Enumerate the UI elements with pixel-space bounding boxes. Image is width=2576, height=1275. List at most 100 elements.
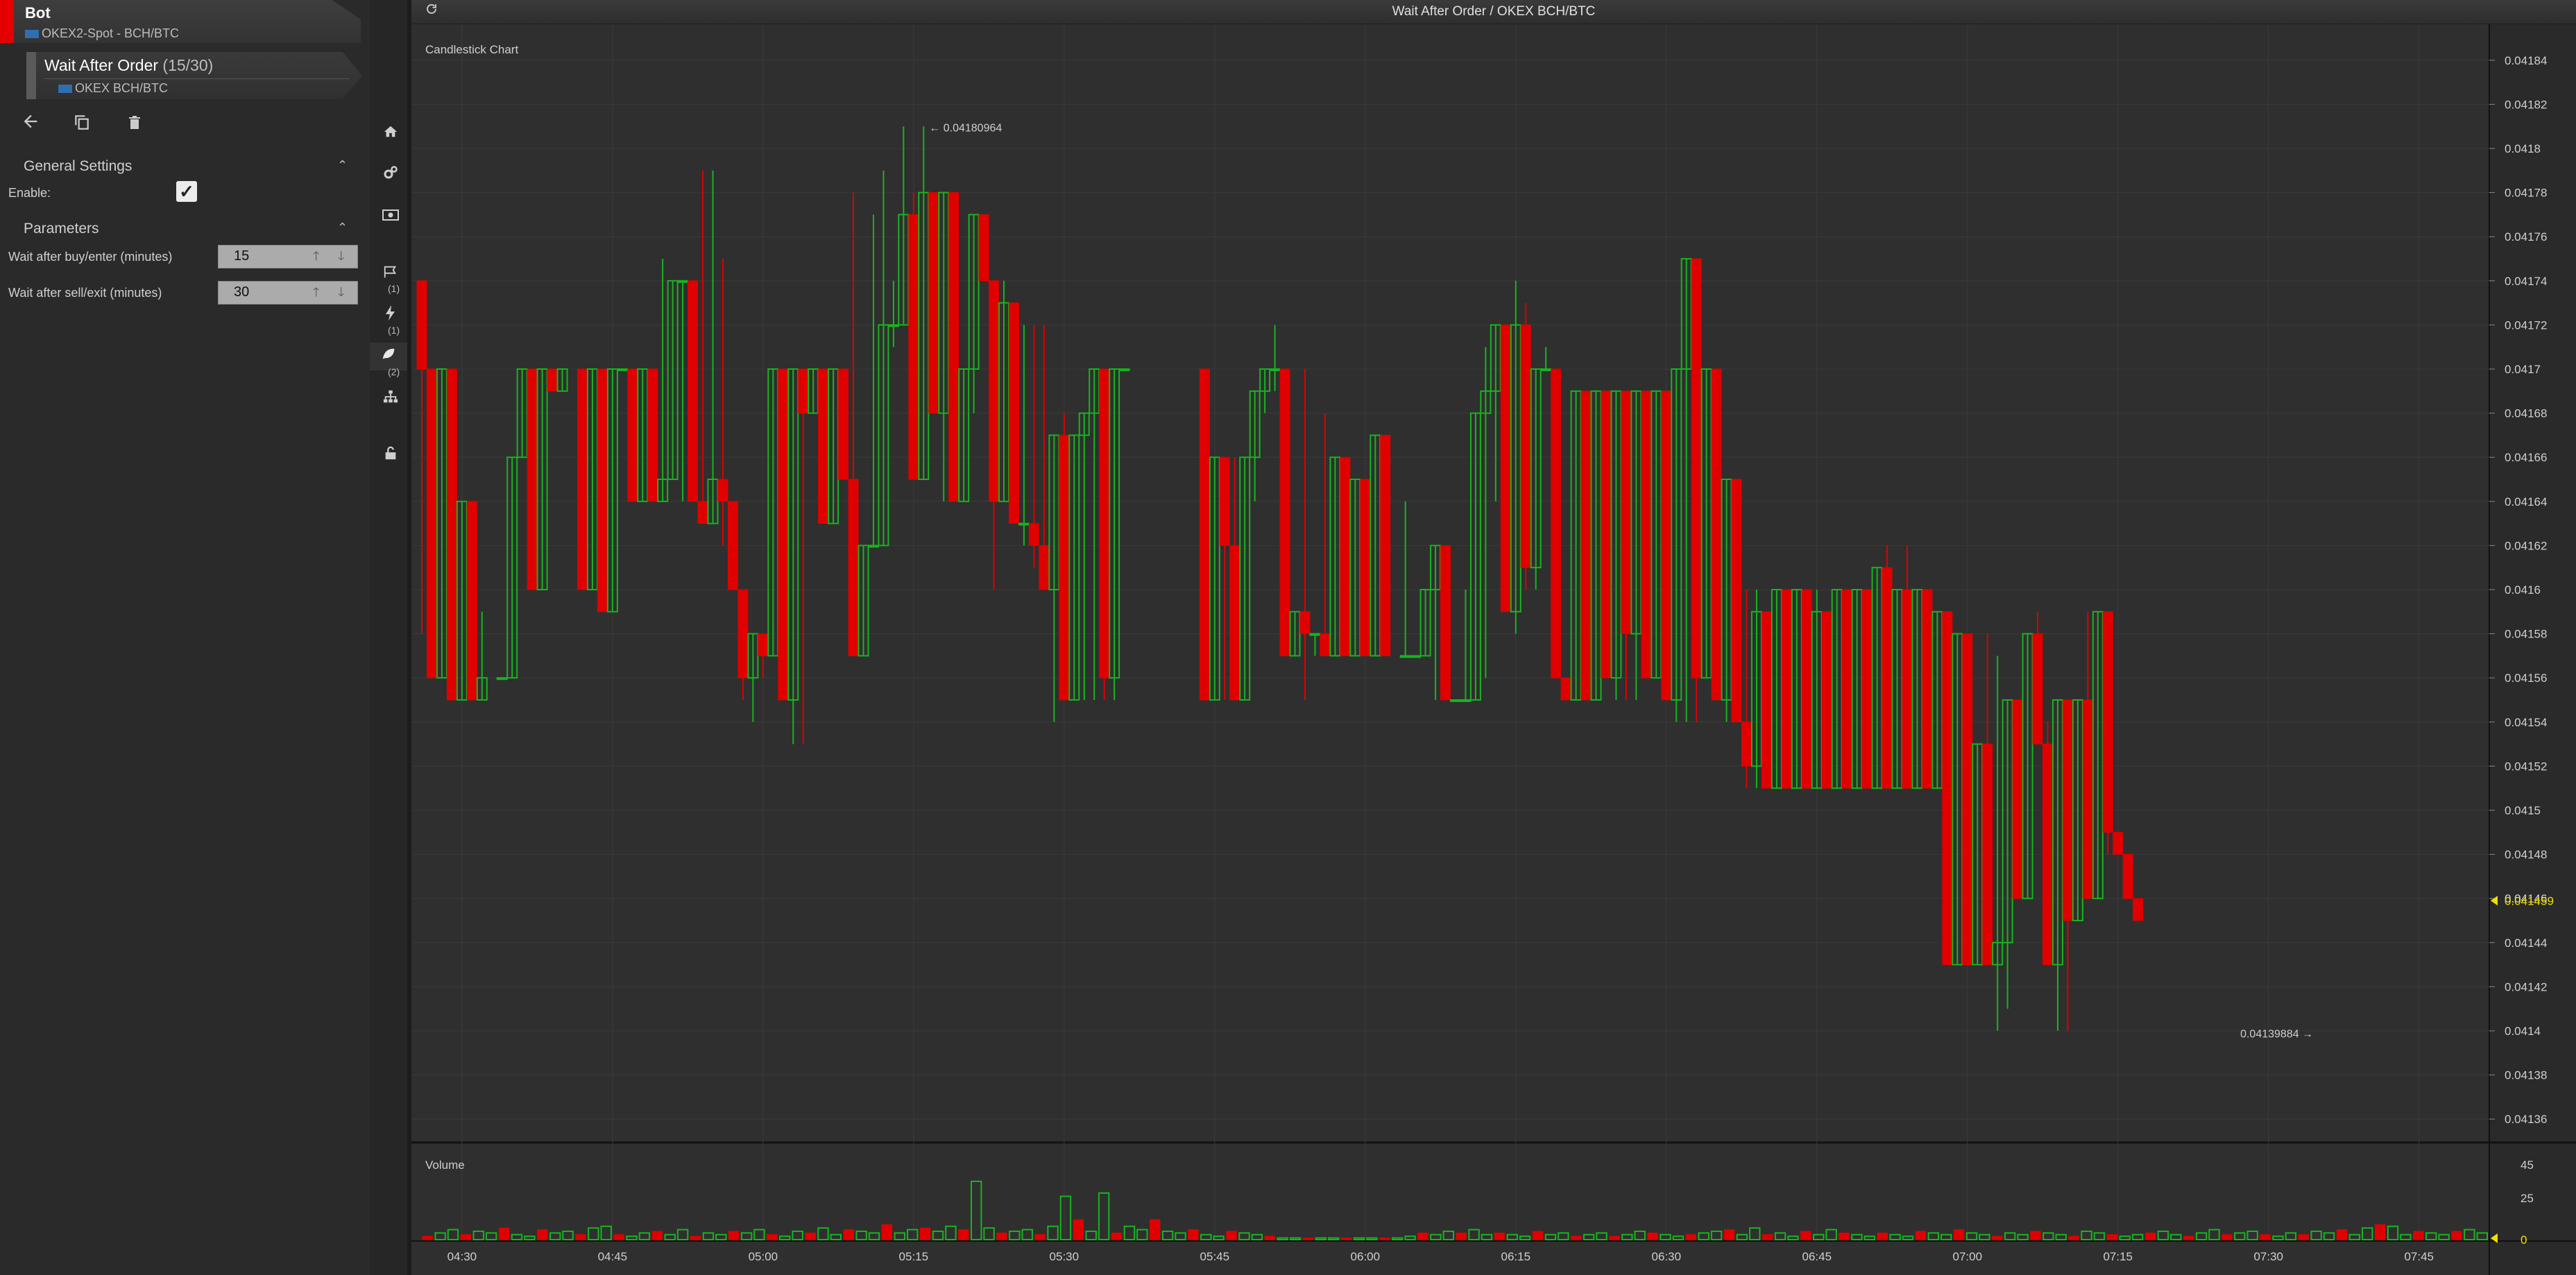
delete-button[interactable] [121,111,148,139]
volume-bar [2144,1232,2156,1240]
script-name: Wait After Order [44,56,159,74]
y-tick-label: 0.04148 [2505,848,2547,862]
price-axis-background [2489,24,2576,1275]
volume-bar [2374,1224,2386,1240]
y-tick-label: 0.04138 [2505,1069,2547,1082]
volume-bar [498,1227,510,1240]
wait-buy-value[interactable]: 15 [234,248,249,264]
wait-sell-input[interactable]: 30 🡑 🡓 [218,281,358,305]
volume-bar [1379,1238,1390,1240]
candle-body [1450,699,1461,702]
sidebar-sitemap[interactable] [377,386,404,413]
volume-bar [1762,1234,1773,1240]
candle-body [466,501,477,701]
collapse-icon[interactable]: ⌃ [337,221,348,235]
back-button[interactable] [17,111,44,139]
last-price-label: 0.041459 [2505,894,2554,907]
candle-body [1962,633,1973,966]
script-market-row: OKEX BCH/BTC [58,81,168,96]
enable-checkbox[interactable]: ✓ [176,181,197,202]
sidebar-unlock[interactable] [377,443,404,470]
volume-bar [2221,1234,2233,1240]
candle-body [1691,258,1702,678]
candle-body [688,280,699,502]
candle-body [1540,368,1552,371]
sidebar-home[interactable] [377,121,404,148]
candle-body [928,192,939,414]
candle-body [627,368,638,502]
decrement-icon[interactable]: 🡓 [338,248,344,268]
volume-bar [996,1232,1007,1240]
candle-body [1551,368,1562,678]
candle-body [2042,744,2053,966]
sidebar-money[interactable] [377,204,404,232]
candle-body [2102,611,2113,833]
money-icon [382,209,399,221]
unlock-icon [385,446,396,460]
candle-body [1440,545,1451,701]
exchange-logo-icon [25,30,39,39]
candle-body [1781,589,1792,789]
candle-body [1410,655,1422,658]
candle-body [1711,368,1722,701]
candle-body [2113,832,2124,855]
parameters-header[interactable]: Parameters [24,221,99,237]
volume-bar [2336,1229,2348,1240]
volume-bar [1111,1232,1123,1240]
volume-bar [881,1224,893,1240]
volume-bar [1226,1231,1237,1240]
volume-bar [1839,1232,1850,1240]
candle-body [838,368,849,480]
sidebar-cogs[interactable] [377,162,404,190]
sitemap-icon [383,390,398,403]
volume-bar [2298,1234,2309,1240]
x-tick-label: 06:00 [1351,1250,1381,1263]
arrow-left-icon [24,114,37,128]
y-tick-label: 0.04182 [2505,98,2547,111]
chart-area[interactable]: 0.04184 0.04182 0.0418 0.04178 0.04176 0.0417… [411,24,2576,1275]
copy-button[interactable] [68,111,96,139]
volume-bar [2451,1231,2462,1240]
volume-title: Volume [425,1158,465,1172]
candle-body [677,280,689,283]
general-settings-header[interactable]: General Settings [24,158,132,175]
candle-body [1982,744,1993,966]
increment-icon[interactable]: 🡑 [313,284,319,305]
y-tick-label: 0.04164 [2505,495,2547,508]
volume-bar [575,1234,586,1240]
candle-body [527,368,538,590]
candle-body [2062,699,2073,921]
trash-icon [129,116,140,129]
candle-body [1360,479,1371,656]
candle-body [1380,434,1391,656]
candle-body [737,589,749,678]
increment-icon[interactable]: 🡑 [313,248,319,268]
y-tick-label: 0.04168 [2505,407,2547,420]
wait-buy-input[interactable]: 15 🡑 🡓 [218,245,358,268]
candle-body [697,501,708,524]
wait-sell-value[interactable]: 30 [234,284,249,300]
candle-body [2012,699,2023,899]
candle-body [1039,545,1050,590]
candle-body [1320,633,1331,656]
candle-body [496,677,508,681]
candle-body [1641,391,1652,678]
candle-body [1099,368,1110,678]
y-tick-label: 0.04158 [2505,628,2547,641]
collapse-icon[interactable]: ⌃ [337,158,348,173]
candle-body [1219,456,1230,546]
decrement-icon[interactable]: 🡓 [338,284,344,305]
bolt-icon [386,305,395,320]
script-item[interactable]: Wait After Order (15/30) OKEX BCH/BTC [26,52,387,101]
low-price-annotation: 0.04139884 → [2240,1029,2313,1041]
candle-body [1942,611,1953,966]
y-tick-label: 0.0414 [2505,1025,2541,1038]
candle-body [758,633,769,656]
x-tick-label: 07:15 [2103,1250,2133,1263]
candle-body [2032,633,2043,745]
volume-bar [919,1227,931,1240]
y-tick-label: 0.04178 [2505,187,2547,200]
home-icon [384,126,398,137]
x-tick-label: 06:30 [1652,1250,1682,1263]
candle-body [1500,324,1511,613]
